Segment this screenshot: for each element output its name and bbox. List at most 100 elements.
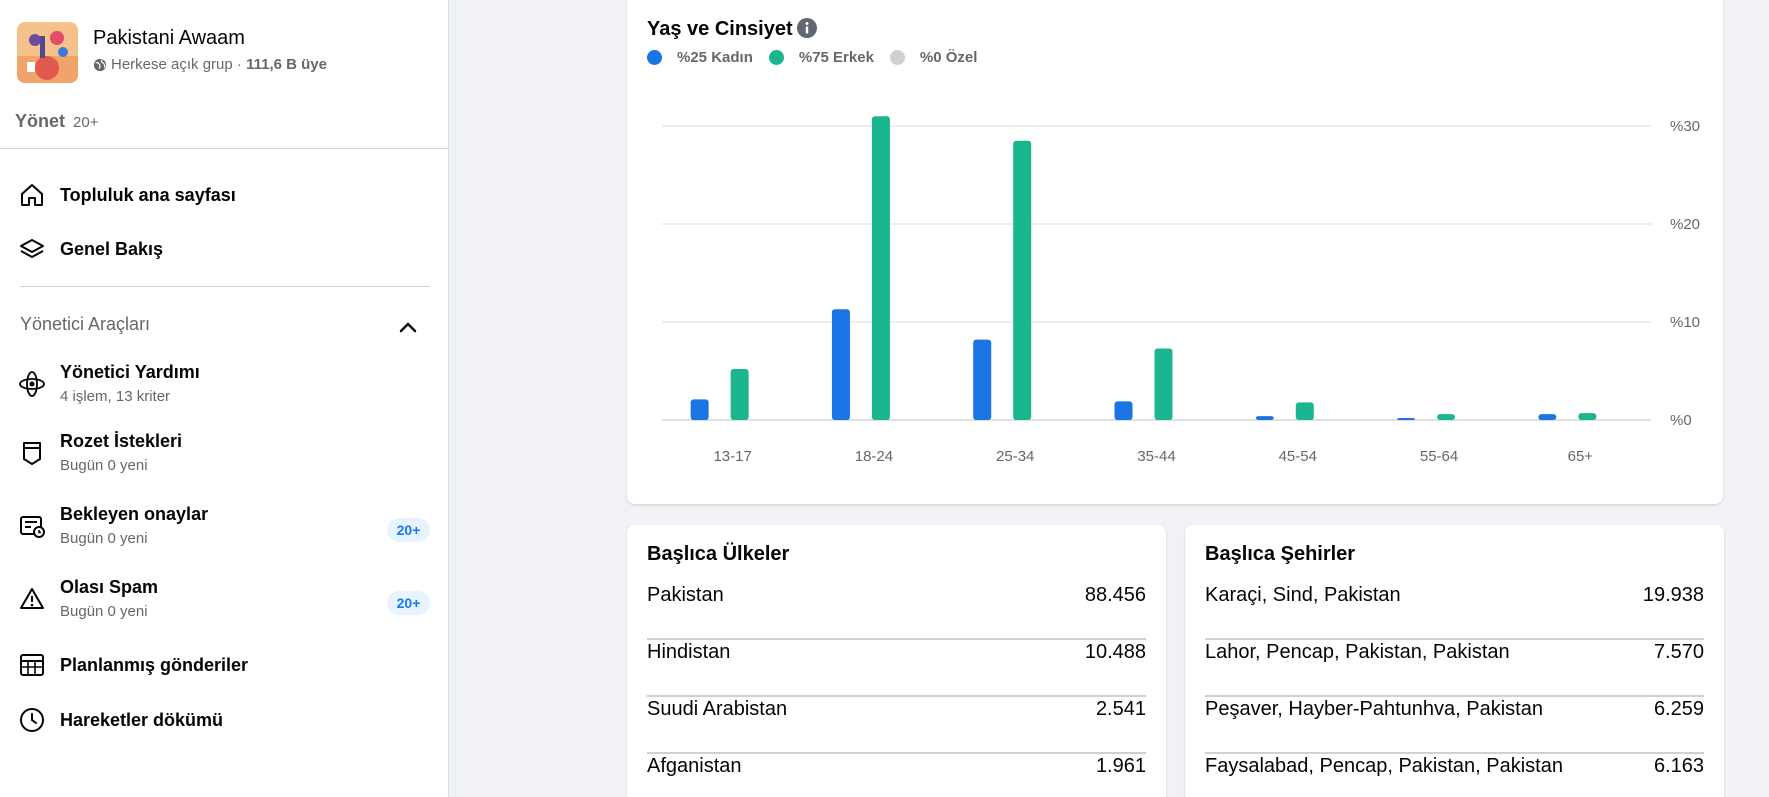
x-tick-label: 45-54	[1279, 448, 1317, 465]
bar-women[interactable]	[1538, 414, 1557, 420]
group-header[interactable]: Pakistani Awaam Herkese açık grup · 111,…	[17, 22, 327, 83]
x-tick-label: 13-17	[713, 448, 751, 465]
country-name: Pakistan	[647, 584, 724, 606]
city-row: Karaçi, Sind, Pakistan 19.938	[1205, 583, 1704, 640]
countries-title: Başlıca Ülkeler	[647, 543, 790, 565]
nav-scheduled-posts[interactable]: Planlanmış gönderiler	[17, 650, 248, 680]
nav-sub: Bugün 0 yeni	[60, 530, 148, 547]
city-value: 6.163	[1653, 755, 1704, 777]
bar-women[interactable]	[831, 309, 850, 420]
nav-label: Planlanmış gönderiler	[60, 655, 249, 675]
nav-label: Yönetici Yardımı	[60, 362, 200, 382]
city-name: Karaçi, Sind, Pakistan	[1205, 584, 1401, 606]
bar-men[interactable]	[1578, 413, 1597, 420]
bar-women[interactable]	[1114, 401, 1133, 420]
country-name: Suudi Arabistan	[647, 698, 788, 720]
divider	[0, 148, 448, 149]
country-row: Suudi Arabistan 2.541	[647, 697, 1146, 754]
nav-sub: 4 işlem, 13 kriter	[60, 388, 171, 405]
clock-icon	[17, 705, 47, 735]
globe-icon	[93, 58, 107, 72]
sidebar-footer	[0, 765, 449, 797]
y-tick-label: %20	[1670, 216, 1700, 233]
bar-men[interactable]	[1295, 402, 1314, 420]
bar-men[interactable]	[871, 116, 890, 420]
group-name[interactable]: Pakistani Awaam	[93, 26, 327, 50]
nav-admin-assist[interactable]: Yönetici Yardımı 4 işlem, 13 kriter	[17, 361, 200, 407]
country-name: Hindistan	[647, 641, 731, 663]
top-cities-card: Başlıca Şehirler Karaçi, Sind, Pakistan …	[1185, 525, 1724, 797]
age-gender-card: Yaş ve Cinsiyet %25 Kadın %75 Erkek %0 Ö…	[627, 0, 1723, 504]
sidebar: Pakistani Awaam Herkese açık grup · 111,…	[0, 0, 449, 765]
nav-label: Hareketler dökümü	[60, 710, 224, 730]
nav-label: Topluluk ana sayfası	[60, 185, 236, 205]
admin-tools-title: Yönetici Araçları	[20, 314, 151, 334]
nav-community-home[interactable]: Topluluk ana sayfası	[17, 180, 236, 210]
city-name: Peşaver, Hayber-Pahtunhva, Pakistan	[1205, 698, 1543, 720]
nav-overview[interactable]: Genel Bakış	[17, 234, 163, 264]
pending-icon	[17, 511, 47, 541]
city-value: 7.570	[1653, 641, 1704, 663]
bar-women[interactable]	[1397, 418, 1416, 420]
country-value: 88.456	[1084, 584, 1146, 606]
nav-sub: Bugün 0 yeni	[60, 603, 148, 620]
nav-activity-log[interactable]: Hareketler dökümü	[17, 705, 223, 735]
city-row: Faysalabad, Pencap, Pakistan, Pakistan 6…	[1205, 754, 1704, 797]
divider	[20, 286, 430, 287]
x-tick-label: 65+	[1568, 448, 1594, 465]
group-privacy: Herkese açık grup	[111, 56, 233, 73]
meta-separator: ·	[232, 56, 247, 73]
country-value: 2.541	[1095, 698, 1146, 720]
nav-pending-approvals[interactable]: Bekleyen onaylar Bugün 0 yeni	[17, 503, 208, 549]
nav-label: Bekleyen onaylar	[60, 504, 209, 524]
country-name: Afganistan	[647, 755, 742, 777]
top-countries-card: Başlıca Ülkeler Pakistan 88.456 Hindista…	[627, 525, 1166, 797]
age-gender-chart: %30 %20 %10 %0 13-17 18-24 25-34 35-44 45-54 55-6…	[662, 116, 1700, 465]
member-count: 111,6 B üye	[246, 56, 327, 73]
city-row: Lahor, Pencap, Pakistan, Pakistan 7.570	[1205, 640, 1704, 697]
badge-icon	[17, 438, 47, 468]
city-value: 6.259	[1653, 698, 1704, 720]
x-tick-label: 55-64	[1420, 448, 1458, 465]
bar-men[interactable]	[730, 369, 749, 420]
y-tick-label: %0	[1670, 412, 1692, 429]
country-row: Pakistan 88.456	[647, 583, 1146, 640]
group-meta: Herkese açık grup · 111,6 B üye	[93, 56, 327, 74]
bar-men[interactable]	[1437, 414, 1456, 420]
manage-label: Yönet	[15, 111, 66, 131]
country-row: Afganistan 1.961	[647, 754, 1146, 797]
city-name: Faysalabad, Pencap, Pakistan, Pakistan	[1205, 755, 1563, 777]
layers-icon	[17, 234, 47, 264]
calendar-icon	[17, 650, 47, 680]
x-tick-label: 25-34	[996, 448, 1034, 465]
manage-row[interactable]: Yönet 20+	[15, 111, 98, 132]
city-row: Peşaver, Hayber-Pahtunhva, Pakistan 6.25…	[1205, 697, 1704, 754]
bar-men[interactable]	[1013, 140, 1032, 420]
nav-badge-requests[interactable]: Rozet İstekleri Bugün 0 yeni	[17, 430, 182, 476]
bar-women[interactable]	[973, 339, 992, 420]
city-value: 19.938	[1642, 584, 1704, 606]
home-icon	[17, 180, 47, 210]
warning-icon	[17, 584, 47, 614]
x-tick-label: 18-24	[855, 448, 893, 465]
y-tick-label: %10	[1670, 314, 1700, 331]
group-avatar[interactable]	[17, 22, 78, 83]
cities-title: Başlıca Şehirler	[1205, 543, 1356, 565]
city-name: Lahor, Pencap, Pakistan, Pakistan	[1205, 641, 1510, 663]
nav-sub: Bugün 0 yeni	[60, 457, 148, 474]
bar-women[interactable]	[1255, 416, 1274, 420]
chevron-up-icon[interactable]	[396, 316, 420, 340]
nav-label: Olası Spam	[60, 577, 159, 597]
admin-assist-icon	[17, 369, 47, 399]
pending-count-badge: 20+	[387, 518, 430, 542]
bar-women[interactable]	[690, 399, 709, 420]
x-tick-label: 35-44	[1137, 448, 1175, 465]
nav-possible-spam[interactable]: Olası Spam Bugün 0 yeni	[17, 576, 158, 622]
country-value: 10.488	[1084, 641, 1146, 663]
nav-label: Rozet İstekleri	[60, 431, 183, 451]
y-tick-label: %30	[1670, 118, 1700, 135]
spam-count-badge: 20+	[387, 591, 430, 615]
bar-men[interactable]	[1154, 348, 1173, 420]
manage-count: 20+	[73, 114, 99, 131]
country-row: Hindistan 10.488	[647, 640, 1146, 697]
